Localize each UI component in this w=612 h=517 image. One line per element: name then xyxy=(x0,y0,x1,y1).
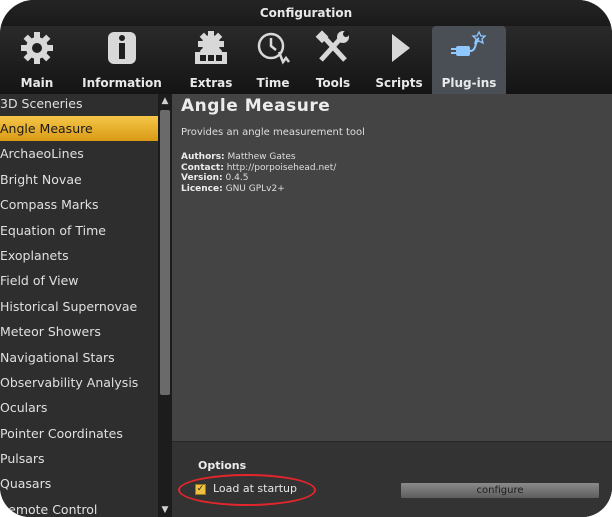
plugin-list-panel: 3D Sceneries Angle Measure ArchaeoLines … xyxy=(0,94,172,517)
info-icon xyxy=(108,32,136,64)
toolbar: Main Information Extras Time Tools Scrip… xyxy=(0,26,612,94)
tab-scripts[interactable]: Scripts xyxy=(373,26,425,94)
plugin-title: Angle Measure xyxy=(181,96,331,116)
list-item[interactable]: Quasars xyxy=(0,471,158,496)
list-item[interactable]: Pointer Coordinates xyxy=(0,421,158,446)
list-item[interactable]: Field of View xyxy=(0,268,158,293)
tab-tools-label: Tools xyxy=(315,76,351,90)
tab-information-label: Information xyxy=(82,76,162,90)
scroll-down-arrow-icon[interactable]: ▼ xyxy=(158,503,172,517)
list-item[interactable]: Pulsars xyxy=(0,446,158,471)
list-item[interactable]: Meteor Showers xyxy=(0,319,158,344)
list-item[interactable]: Equation of Time xyxy=(0,218,158,243)
list-item[interactable]: Exoplanets xyxy=(0,243,158,268)
gear-icon xyxy=(21,32,53,64)
contact-label: Contact: xyxy=(181,162,224,173)
plugin-list-scrollbar[interactable]: ▲ ▼ xyxy=(158,94,172,517)
tab-main[interactable]: Main xyxy=(12,26,62,94)
play-icon xyxy=(392,34,410,62)
plugin-description: Provides an angle measurement tool xyxy=(181,127,365,138)
scroll-up-arrow-icon[interactable]: ▲ xyxy=(158,94,172,108)
list-item[interactable]: Remote Control xyxy=(0,497,158,517)
options-title: Options xyxy=(198,459,247,472)
clock-icon xyxy=(257,32,290,65)
tab-tools[interactable]: Tools xyxy=(310,26,356,94)
list-item[interactable]: Oculars xyxy=(0,395,158,420)
list-item[interactable]: Compass Marks xyxy=(0,192,158,217)
tab-time-label: Time xyxy=(256,76,290,90)
tab-plug-ins-label: Plug-ins xyxy=(441,76,497,90)
plugin-list: 3D Sceneries Angle Measure ArchaeoLines … xyxy=(0,94,158,517)
window-title: Configuration xyxy=(0,0,612,26)
scroll-thumb[interactable] xyxy=(160,110,170,395)
list-item[interactable]: 3D Sceneries xyxy=(0,94,158,116)
list-item[interactable]: Navigational Stars xyxy=(0,345,158,370)
tab-extras-label: Extras xyxy=(189,76,233,90)
extras-gear-icon xyxy=(195,31,227,64)
list-item-selected[interactable]: Angle Measure xyxy=(0,116,158,142)
tab-time[interactable]: Time xyxy=(248,26,298,94)
tab-information[interactable]: Information xyxy=(82,26,162,94)
licence-label: Licence: xyxy=(181,183,223,194)
plugin-meta: Authors: Matthew Gates Contact: http://p… xyxy=(181,152,336,194)
tab-plug-ins[interactable]: Plug-ins xyxy=(432,26,506,94)
authors-value: Matthew Gates xyxy=(227,152,296,162)
tab-extras[interactable]: Extras xyxy=(184,26,238,94)
tools-icon xyxy=(315,30,349,62)
list-item[interactable]: Bright Novae xyxy=(0,167,158,192)
version-label: Version: xyxy=(181,173,223,183)
plug-icon xyxy=(451,30,487,56)
configuration-window: Configuration Main Information Extras Ti… xyxy=(0,0,612,517)
tab-main-label: Main xyxy=(20,76,54,90)
licence-value: GNU GPLv2+ xyxy=(225,183,285,194)
version-value: 0.4.5 xyxy=(225,173,249,183)
annotation-ring xyxy=(178,474,316,506)
authors-label: Authors: xyxy=(181,152,225,162)
list-item[interactable]: Historical Supernovae xyxy=(0,294,158,319)
contact-value: http://porpoisehead.net/ xyxy=(226,162,337,173)
tab-scripts-label: Scripts xyxy=(375,76,423,90)
configure-button[interactable]: configure xyxy=(400,482,600,499)
list-item[interactable]: ArchaeoLines xyxy=(0,141,158,166)
list-item[interactable]: Observability Analysis xyxy=(0,370,158,395)
